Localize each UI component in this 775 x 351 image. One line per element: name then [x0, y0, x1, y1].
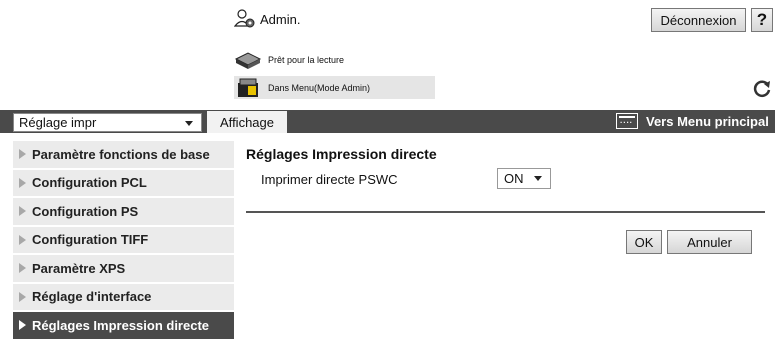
sidebar-item-label: Réglages Impression directe: [32, 317, 210, 333]
cancel-button[interactable]: Annuler: [667, 230, 752, 254]
triangle-right-icon: [19, 263, 26, 274]
tab-affichage[interactable]: Affichage: [207, 111, 287, 133]
status-ready: Prêt pour la lecture: [234, 49, 344, 71]
page-title: Réglages Impression directe: [246, 146, 437, 162]
sidebar-item-label: Paramètre XPS: [32, 260, 126, 276]
chevron-down-icon: [185, 121, 193, 126]
admin-label: Admin.: [260, 11, 301, 27]
sidebar-item-label: Configuration PS: [32, 203, 139, 219]
admin-user: Admin.: [234, 8, 300, 30]
status-admin-mode-text: Dans Menu(Mode Admin): [268, 82, 371, 93]
printer-icon: [234, 52, 262, 69]
triangle-right-icon: [19, 234, 26, 245]
sidebar-item-label: Paramètre fonctions de base: [32, 146, 210, 162]
category-select[interactable]: Réglage impr: [13, 113, 202, 132]
sidebar-item-ps[interactable]: Configuration PS: [13, 198, 234, 225]
main-menu-link[interactable]: Vers Menu principal: [616, 113, 769, 129]
chevron-down-icon: [534, 176, 542, 181]
admin-mode-printer-icon: [238, 78, 258, 97]
logout-button[interactable]: Déconnexion: [651, 8, 746, 32]
sidebar-item-interface[interactable]: Réglage d'interface: [13, 283, 234, 310]
sidebar-item-tiff[interactable]: Configuration TIFF: [13, 226, 234, 253]
help-button[interactable]: ?: [751, 8, 773, 32]
status-admin-mode: Dans Menu(Mode Admin): [234, 76, 435, 99]
triangle-right-icon: [19, 320, 26, 331]
refresh-icon[interactable]: [752, 78, 772, 98]
pswc-select[interactable]: ON: [497, 168, 551, 189]
sidebar-item-label: Configuration PCL: [32, 175, 147, 191]
category-select-value: Réglage impr: [19, 115, 97, 130]
triangle-right-icon: [19, 291, 26, 302]
sidebar-item-pcl[interactable]: Configuration PCL: [13, 169, 234, 196]
ok-button[interactable]: OK: [626, 230, 662, 254]
pswc-setting-label: Imprimer directe PSWC: [261, 172, 398, 187]
sidebar-item-label: Réglage d'interface: [32, 289, 152, 305]
triangle-right-icon: [19, 149, 26, 160]
triangle-right-icon: [19, 206, 26, 217]
sidebar-item-direct-print[interactable]: Réglages Impression directe: [13, 312, 234, 339]
admin-user-icon: [234, 9, 255, 28]
triangle-right-icon: [19, 177, 26, 188]
sidebar: Paramètre fonctions de base Configuratio…: [13, 141, 234, 341]
sidebar-item-xps[interactable]: Paramètre XPS: [13, 255, 234, 282]
sidebar-item-label: Configuration TIFF: [32, 232, 149, 248]
main-menu-label: Vers Menu principal: [646, 113, 769, 129]
pswc-select-value: ON: [504, 171, 524, 186]
status-ready-text: Prêt pour la lecture: [268, 55, 345, 65]
divider: [246, 211, 765, 213]
main-menu-icon: [616, 113, 638, 129]
sidebar-item-base-functions[interactable]: Paramètre fonctions de base: [13, 141, 234, 168]
